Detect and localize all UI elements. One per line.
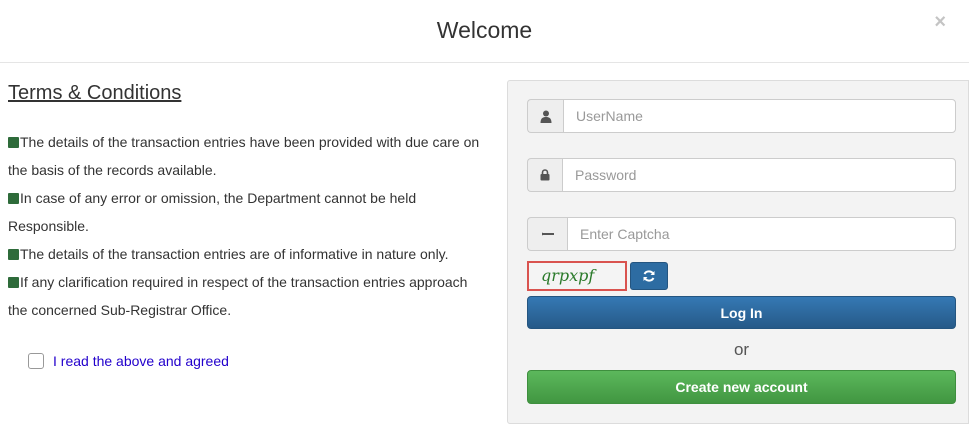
username-group: UserName: [527, 99, 956, 133]
refresh-captcha-button[interactable]: [630, 262, 668, 290]
captcha-image: qrpxpf: [527, 261, 627, 291]
create-account-button[interactable]: Create new account: [527, 370, 956, 404]
pencil-icon: [527, 217, 567, 251]
agree-checkbox[interactable]: [28, 353, 44, 369]
password-input[interactable]: Password: [562, 158, 956, 192]
terms-heading: Terms & Conditions: [8, 82, 182, 104]
captcha-group: Enter Captcha: [527, 217, 956, 251]
refresh-icon: [643, 270, 655, 282]
terms-item-text: In case of any error or omission, the De…: [8, 190, 417, 234]
terms-item: The details of the transaction entries h…: [8, 128, 488, 184]
or-separator: or: [733, 340, 750, 359]
username-input[interactable]: UserName: [563, 99, 956, 133]
terms-item-text: The details of the transaction entries h…: [8, 134, 480, 178]
terms-item-text: The details of the transaction entries a…: [20, 246, 449, 262]
terms-item: In case of any error or omission, the De…: [8, 184, 488, 240]
bullet-icon: [8, 137, 19, 148]
bullet-icon: [8, 277, 19, 288]
terms-list: The details of the transaction entries h…: [8, 128, 488, 324]
user-icon: [527, 99, 563, 133]
terms-item: The details of the transaction entries a…: [8, 240, 488, 268]
modal-header: Welcome ×: [0, 0, 969, 63]
lock-icon: [527, 158, 562, 192]
login-button[interactable]: Log In: [527, 296, 956, 329]
terms-item: If any clarification required in respect…: [8, 268, 488, 324]
agree-label[interactable]: I read the above and agreed: [53, 353, 229, 369]
terms-item-text: If any clarification required in respect…: [8, 274, 468, 318]
close-button[interactable]: ×: [934, 11, 946, 34]
captcha-input[interactable]: Enter Captcha: [567, 217, 956, 251]
modal-title: Welcome: [436, 17, 533, 43]
password-group: Password: [527, 158, 956, 192]
bullet-icon: [8, 193, 19, 204]
bullet-icon: [8, 249, 19, 260]
agree-row[interactable]: I read the above and agreed: [28, 353, 229, 369]
